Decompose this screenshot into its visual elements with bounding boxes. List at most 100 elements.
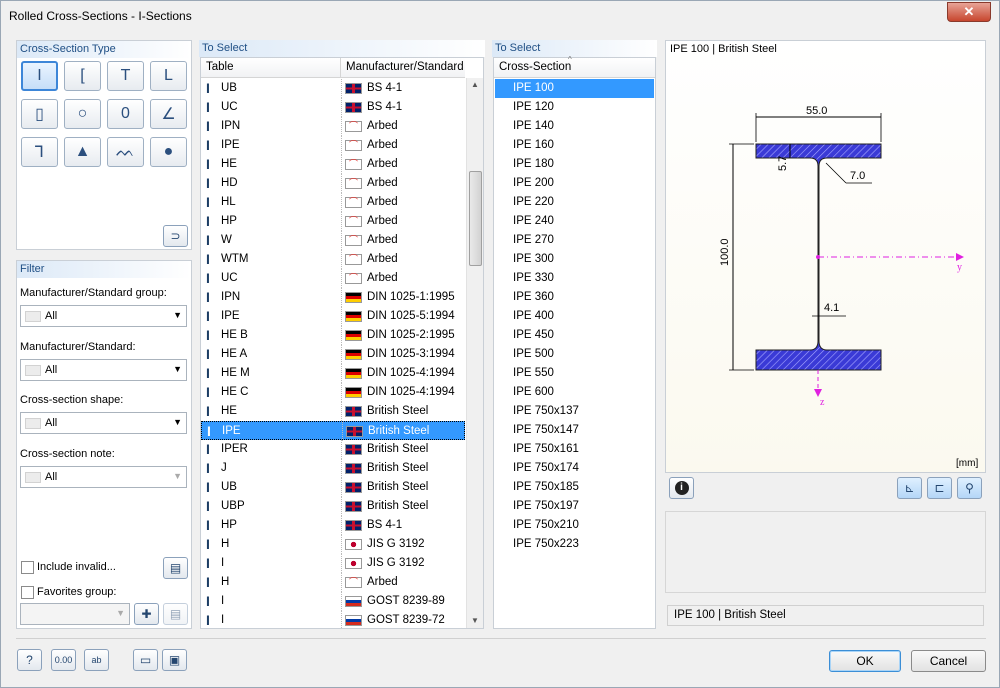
section-row[interactable]: IPE 270	[495, 231, 654, 250]
table-row[interactable]: I HE ⌒ Arbed	[201, 155, 465, 174]
table-row[interactable]: I HE B DIN 1025-2:1995	[201, 326, 465, 345]
favorites-group-checkbox[interactable]	[21, 586, 34, 599]
info-icon: i	[674, 481, 689, 495]
table-row[interactable]: I IPE ⌒ Arbed	[201, 136, 465, 155]
table-row[interactable]: I UB British Steel	[201, 478, 465, 497]
z-section-type-button[interactable]: ⅂	[21, 137, 58, 167]
table-row[interactable]: I I GOST 8239-72	[201, 611, 465, 628]
shape-select[interactable]: All ▼	[20, 412, 187, 434]
table-row[interactable]: I UC BS 4-1	[201, 98, 465, 117]
favorites-group-select[interactable]: ▼	[20, 603, 130, 625]
table-row[interactable]: I HE C DIN 1025-4:1994	[201, 383, 465, 402]
section-row[interactable]: IPE 550	[495, 364, 654, 383]
table-row[interactable]: I UBP British Steel	[201, 497, 465, 516]
section-row[interactable]: IPE 330	[495, 269, 654, 288]
table-row[interactable]: I IPE British Steel	[201, 421, 465, 441]
cancel-button[interactable]: Cancel	[911, 650, 986, 672]
special-type-button[interactable]: ●	[150, 137, 187, 167]
units-button[interactable]: 0.00	[51, 649, 76, 671]
ok-button[interactable]: OK	[829, 650, 901, 672]
open-button[interactable]: ▭	[133, 649, 158, 671]
show-dimensions-button[interactable]: ⊾	[897, 477, 922, 499]
table-row[interactable]: I IPER British Steel	[201, 440, 465, 459]
scroll-up-arrow[interactable]: ▲	[471, 80, 479, 89]
table-column-header[interactable]: Table	[201, 58, 341, 78]
note-select[interactable]: All ▼	[20, 466, 187, 488]
table-row[interactable]: I H ⌒ Arbed	[201, 573, 465, 592]
save-button[interactable]: ▣	[162, 649, 187, 671]
section-row[interactable]: IPE 360	[495, 288, 654, 307]
manufacturer-select[interactable]: All ▼	[20, 359, 187, 381]
table-row[interactable]: I J British Steel	[201, 459, 465, 478]
section-row[interactable]: IPE 750x197	[495, 497, 654, 516]
section-row[interactable]: IPE 450	[495, 326, 654, 345]
section-row[interactable]: IPE 240	[495, 212, 654, 231]
t-section-type-button[interactable]: T	[107, 61, 144, 91]
show-axes-button[interactable]: ⊏	[927, 477, 952, 499]
table-row[interactable]: I HE A DIN 1025-3:1994	[201, 345, 465, 364]
section-row[interactable]: IPE 750x137	[495, 402, 654, 421]
type-options-button[interactable]: ⊃	[163, 225, 188, 247]
section-row[interactable]: IPE 140	[495, 117, 654, 136]
manufacturer-group-label: Manufacturer/Standard group:	[20, 287, 167, 299]
table-row[interactable]: I I JIS G 3192	[201, 554, 465, 573]
section-row[interactable]: IPE 750x210	[495, 516, 654, 535]
section-row[interactable]: IPE 750x161	[495, 440, 654, 459]
new-favorites-button[interactable]: ✚	[134, 603, 159, 625]
scroll-down-arrow[interactable]: ▼	[471, 616, 479, 625]
scroll-thumb[interactable]	[469, 171, 482, 266]
column-divider	[341, 364, 342, 383]
cross-section-column-header[interactable]: Cross-Section ^	[494, 55, 655, 78]
table-row[interactable]: I HE M DIN 1025-4:1994	[201, 364, 465, 383]
table-row[interactable]: I IPE DIN 1025-5:1994	[201, 307, 465, 326]
sheet-pile-type-button[interactable]: ᨓ	[107, 137, 144, 167]
section-row[interactable]: IPE 100	[495, 79, 654, 98]
i-section-icon: I	[206, 137, 210, 153]
table-row[interactable]: I WTM ⌒ Arbed	[201, 250, 465, 269]
rail-type-button[interactable]: ▲	[64, 137, 101, 167]
table-row[interactable]: I HD ⌒ Arbed	[201, 174, 465, 193]
section-row[interactable]: IPE 220	[495, 193, 654, 212]
section-row[interactable]: IPE 750x223	[495, 535, 654, 554]
angle-type-button[interactable]: L	[150, 61, 187, 91]
section-row[interactable]: IPE 120	[495, 98, 654, 117]
table-row[interactable]: I HL ⌒ Arbed	[201, 193, 465, 212]
section-row[interactable]: IPE 200	[495, 174, 654, 193]
zoom-button[interactable]: ⚲	[957, 477, 982, 499]
text-settings-button[interactable]: ab	[84, 649, 109, 671]
section-row[interactable]: IPE 180	[495, 155, 654, 174]
table-row[interactable]: I IPN ⌒ Arbed	[201, 117, 465, 136]
section-row[interactable]: IPE 750x147	[495, 421, 654, 440]
table-row[interactable]: I UC ⌒ Arbed	[201, 269, 465, 288]
close-icon[interactable]: ✕	[947, 2, 991, 22]
table-row[interactable]: I H JIS G 3192	[201, 535, 465, 554]
rect-hollow-type-button[interactable]: ▯	[21, 99, 58, 129]
section-row[interactable]: IPE 300	[495, 250, 654, 269]
table-row[interactable]: I W ⌒ Arbed	[201, 231, 465, 250]
info-button[interactable]: i	[669, 477, 694, 499]
table-row[interactable]: I HE British Steel	[201, 402, 465, 421]
section-row[interactable]: IPE 600	[495, 383, 654, 402]
channel-type-button[interactable]: [	[64, 61, 101, 91]
include-invalid-checkbox[interactable]	[21, 561, 34, 574]
section-row[interactable]: IPE 160	[495, 136, 654, 155]
edit-favorites-button[interactable]: ▤	[163, 603, 188, 625]
table-row[interactable]: I HP BS 4-1	[201, 516, 465, 535]
table-row[interactable]: I I GOST 8239-89	[201, 592, 465, 611]
section-row[interactable]: IPE 400	[495, 307, 654, 326]
circular-hollow-type-button[interactable]: ○	[64, 99, 101, 129]
table-row[interactable]: I HP ⌒ Arbed	[201, 212, 465, 231]
unequal-angle-type-button[interactable]: ∠	[150, 99, 187, 129]
table-row[interactable]: I IPN DIN 1025-1:1995	[201, 288, 465, 307]
section-row[interactable]: IPE 750x185	[495, 478, 654, 497]
i-section-type-button[interactable]: I	[21, 61, 58, 91]
invalid-options-button[interactable]: ▤	[163, 557, 188, 579]
vertical-scrollbar[interactable]: ▲ ▼	[466, 78, 483, 628]
oval-type-button[interactable]: 0	[107, 99, 144, 129]
section-row[interactable]: IPE 750x174	[495, 459, 654, 478]
manufacturer-group-select[interactable]: All ▼	[20, 305, 187, 327]
help-button[interactable]: ?	[17, 649, 42, 671]
manufacturer-column-header[interactable]: Manufacturer/Standard	[341, 58, 465, 78]
section-row[interactable]: IPE 500	[495, 345, 654, 364]
table-row[interactable]: I UB BS 4-1	[201, 79, 465, 98]
